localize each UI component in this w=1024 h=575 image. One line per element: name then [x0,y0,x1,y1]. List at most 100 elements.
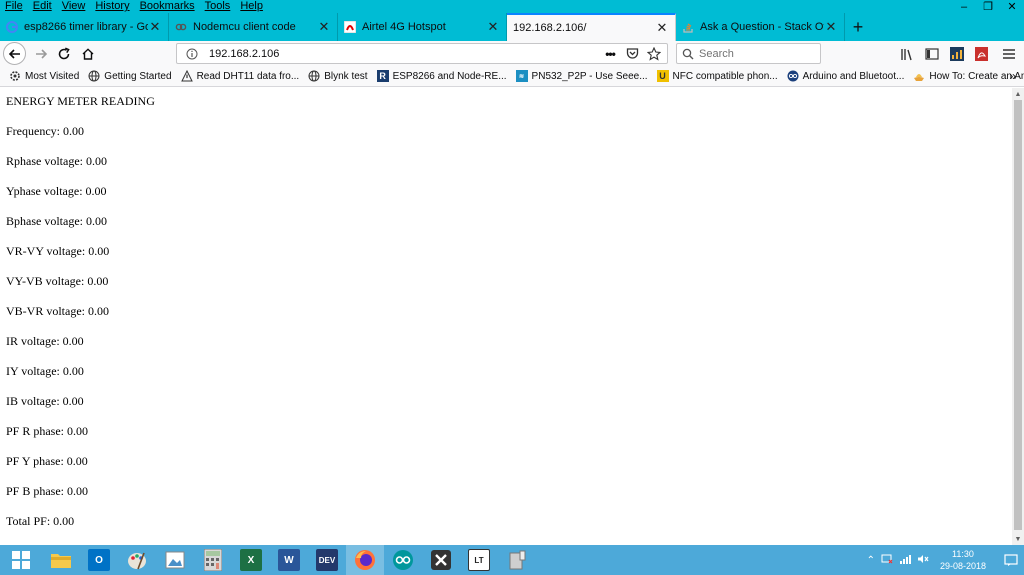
taskbar-file-explorer[interactable] [42,545,80,575]
airtel-icon [344,21,356,33]
home-button[interactable] [76,42,100,66]
chevron-up-icon[interactable]: ⌃ [867,555,875,566]
sidebar-icon[interactable] [923,45,941,63]
menu-tools[interactable]: Tools [200,0,236,13]
reading-vb-vr-voltage: VB-VR voltage: 0.00 [6,304,109,318]
clock-time: 11:30 [952,549,974,559]
navigation-toolbar: 192.168.2.106 ••• [0,41,1024,66]
taskbar-x-app[interactable] [422,545,460,575]
bookmark-getting-started[interactable]: Getting Started [88,70,172,82]
clock-date: 29-08-2018 [939,561,986,571]
menu-history[interactable]: History [90,0,134,13]
taskbar-photo-viewer[interactable] [156,545,194,575]
menu-edit[interactable]: Edit [28,0,57,13]
back-button[interactable] [3,42,26,65]
bookmark-blynk-test[interactable]: Blynk test [308,70,368,82]
system-tray: ⌃ [867,545,929,575]
notifications-icon[interactable] [1004,553,1018,570]
scroll-up-icon[interactable]: ▲ [1012,88,1024,100]
tab-strip: esp8266 timer library - Google S ✕ Nodem… [0,13,871,41]
extension-chart-icon[interactable] [948,45,966,63]
clock[interactable]: 11:30 29-08-2018 [940,548,986,572]
globe-icon [88,70,100,82]
close-icon[interactable]: ✕ [486,19,500,34]
menu-hamburger-icon[interactable] [1000,45,1018,63]
arduino-icon [787,70,799,82]
close-icon[interactable]: ✕ [655,20,669,35]
taskbar-firefox[interactable] [346,545,384,575]
restore-button[interactable]: ❐ [976,0,1000,13]
search-bar[interactable] [676,43,821,64]
star-icon[interactable] [645,45,663,63]
signal-bars-icon[interactable] [899,554,911,567]
bookmark-label: NFC compatible phon... [672,70,778,82]
reload-button[interactable] [52,42,76,66]
photo-viewer-icon [164,549,186,571]
reading-iy-voltage: IY voltage: 0.00 [6,364,84,378]
close-icon[interactable]: ✕ [317,19,331,34]
taskbar-ltspice[interactable]: LT [460,545,498,575]
menu-help[interactable]: Help [235,0,268,13]
reading-total-pf: Total PF: 0.00 [6,514,75,528]
tab-label: 192.168.2.106/ [513,22,587,34]
taskbar-paint[interactable] [118,545,156,575]
device-icon [506,549,528,571]
chevron-right-icon[interactable]: » [1009,69,1016,83]
tab-nodemcu-client[interactable]: Nodemcu client code ✕ [169,13,338,41]
vertical-scrollbar[interactable]: ▲ ▼ [1012,88,1024,545]
menu-file[interactable]: File [0,0,28,13]
taskbar-outlook[interactable]: O [80,545,118,575]
scrollbar-thumb[interactable] [1014,100,1022,530]
reading-pf-r-phase: PF R phase: 0.00 [6,424,89,438]
reading-vy-vb-voltage: VY-VB voltage: 0.00 [6,274,109,288]
library-icon[interactable] [898,45,916,63]
close-icon[interactable]: ✕ [148,19,162,34]
bookmark-esp8266-node-red[interactable]: R ESP8266 and Node-RE... [376,70,507,82]
pdf-extension-icon[interactable] [972,45,990,63]
url-text[interactable]: 192.168.2.106 [209,48,601,60]
forward-button[interactable] [29,42,53,66]
tab-active-192-168-2-106[interactable]: 192.168.2.106/ ✕ [507,13,676,41]
tab-stack-overflow[interactable]: Ask a Question - Stack Overflow ✕ [676,13,845,41]
close-icon[interactable]: ✕ [824,19,838,34]
x-app-icon [430,549,452,571]
windows-icon [12,551,30,569]
minimize-button[interactable]: – [952,0,976,13]
start-button[interactable] [0,545,42,575]
tab-airtel-hotspot[interactable]: Airtel 4G Hotspot ✕ [338,13,507,41]
taskbar-arduino[interactable] [384,545,422,575]
taskbar-device[interactable] [498,545,536,575]
url-bar[interactable]: 192.168.2.106 ••• [176,43,668,64]
hat-icon [913,70,925,82]
menu-view[interactable]: View [57,0,91,13]
bookmark-most-visited[interactable]: Most Visited [9,70,79,82]
scroll-down-icon[interactable]: ▼ [1012,533,1024,545]
pocket-icon[interactable] [623,45,641,63]
tab-google-search[interactable]: esp8266 timer library - Google S ✕ [0,13,169,41]
taskbar-calculator[interactable] [194,545,232,575]
bookmark-label: Blynk test [324,70,368,82]
network-alert-icon[interactable] [881,554,893,567]
page-content: ENERGY METER READING Frequency: 0.00 Rph… [0,88,1012,545]
page-actions-icon[interactable]: ••• [601,45,619,63]
close-window-button[interactable]: ✕ [1000,0,1024,13]
arrow-left-icon [8,48,20,59]
reading-ib-voltage: IB voltage: 0.00 [6,394,84,408]
speaker-muted-icon[interactable] [917,554,929,567]
taskbar-word[interactable]: W [270,545,308,575]
ltspice-icon: LT [468,549,490,571]
taskbar-dev-cpp[interactable]: DEV [308,545,346,575]
bookmark-how-to-create[interactable]: How To: Create an An... [913,70,1024,82]
info-icon[interactable] [183,45,201,63]
search-input[interactable] [699,47,809,60]
bookmark-arduino-bluetooth[interactable]: Arduino and Bluetoot... [787,70,904,82]
reading-ir-voltage: IR voltage: 0.00 [6,334,84,348]
warning-icon [180,70,193,82]
bookmark-pn532-p2p[interactable]: ≋ PN532_P2P - Use Seee... [515,70,648,82]
taskbar-excel[interactable]: X [232,545,270,575]
bookmark-read-dht11[interactable]: Read DHT11 data fro... [180,70,299,82]
menu-bookmarks[interactable]: Bookmarks [135,0,200,13]
new-tab-button[interactable]: + [845,13,871,41]
bookmark-nfc-compatible[interactable]: U NFC compatible phon... [656,70,778,82]
window-controls: – ❐ ✕ [952,0,1024,14]
